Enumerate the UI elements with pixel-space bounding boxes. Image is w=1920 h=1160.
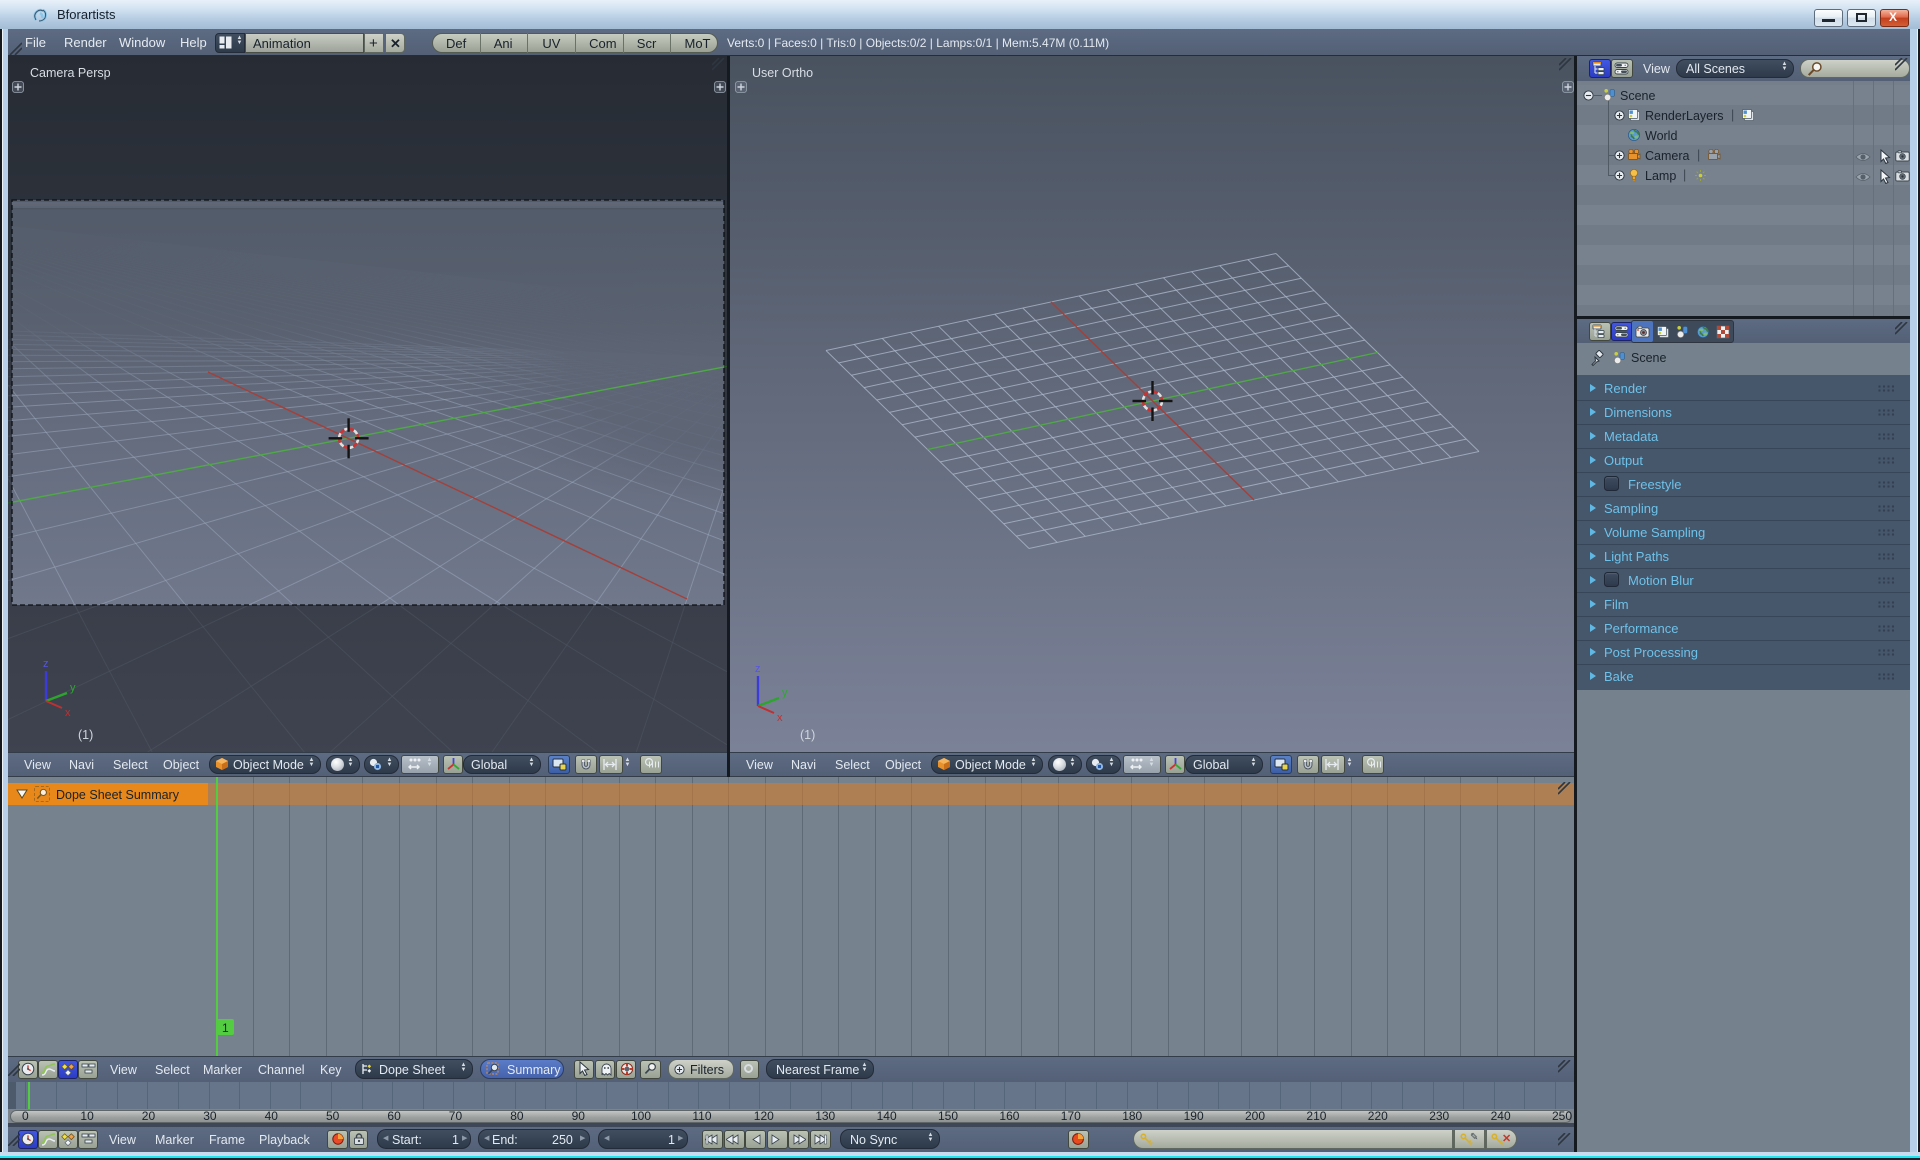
- svg-text:z: z: [43, 658, 49, 670]
- svg-text:z: z: [755, 663, 761, 675]
- svg-text:y: y: [782, 687, 788, 699]
- svg-text:y: y: [70, 682, 76, 694]
- svg-text:x: x: [777, 712, 783, 724]
- svg-text:x: x: [65, 707, 71, 719]
